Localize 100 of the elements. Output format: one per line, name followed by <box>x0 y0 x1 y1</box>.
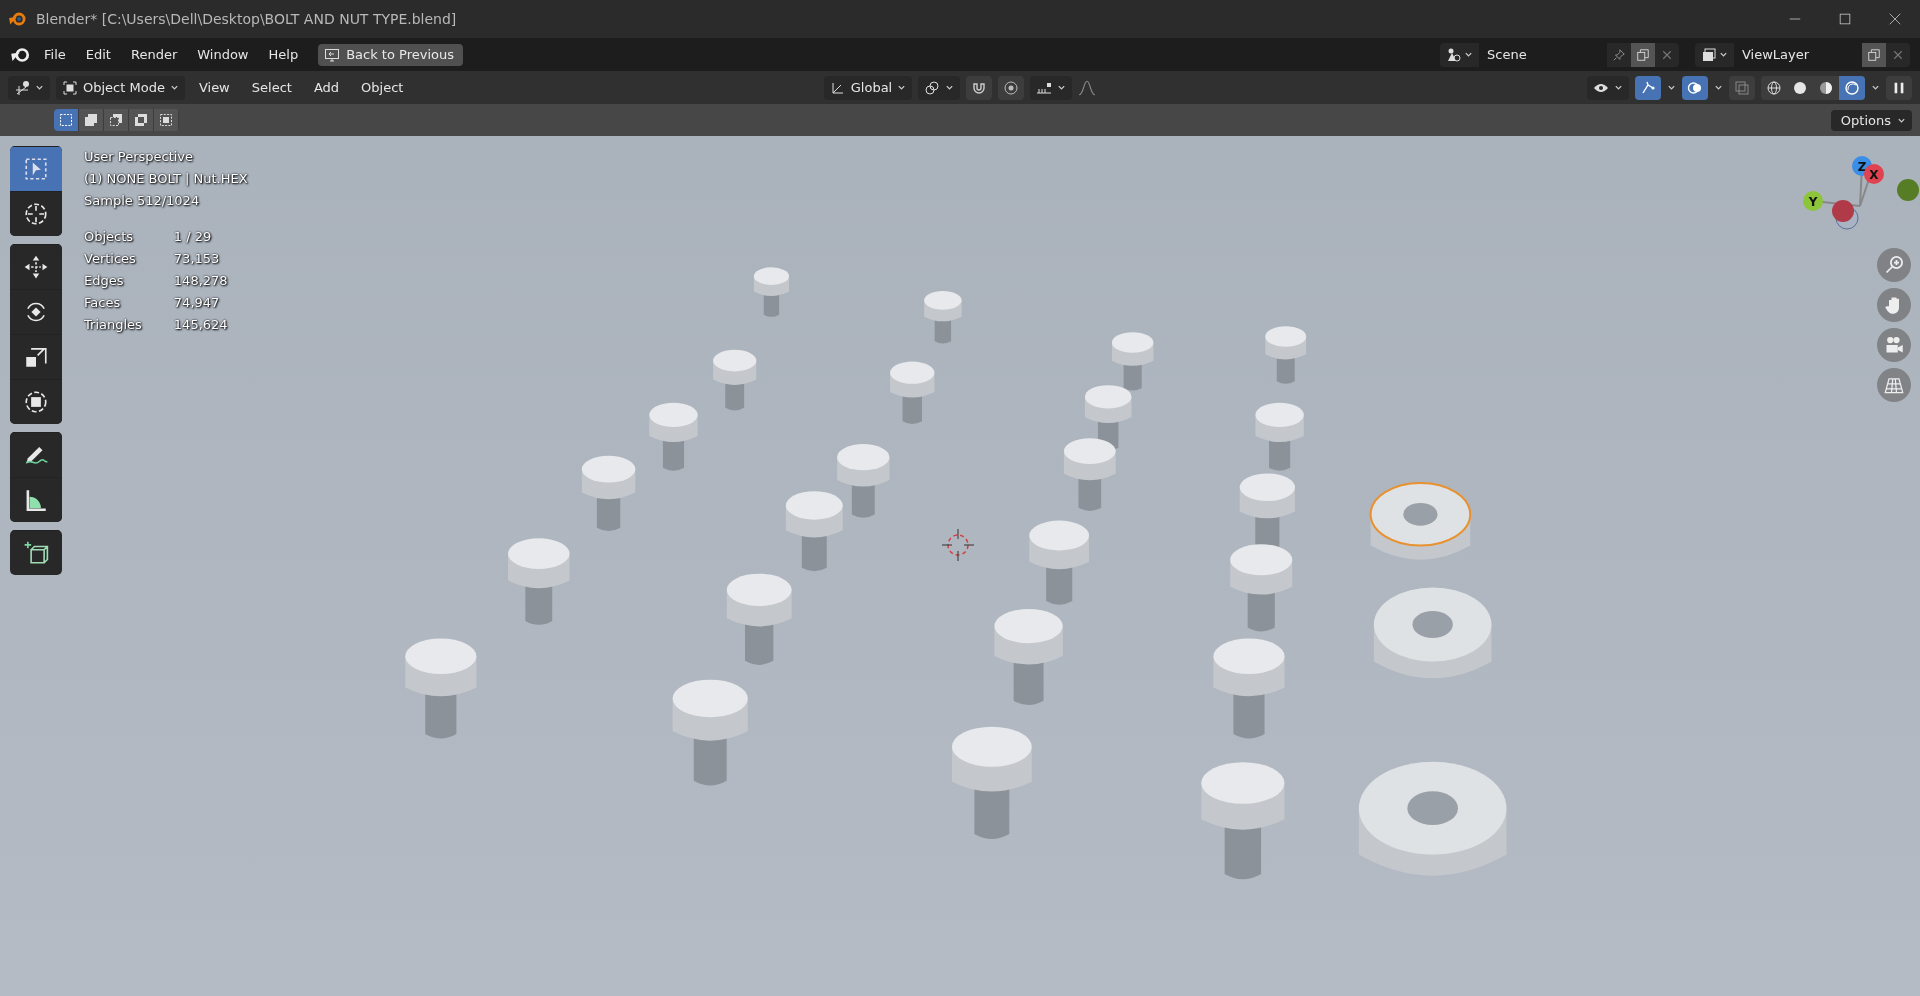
select-mode-button[interactable] <box>79 109 104 131</box>
stat-label: Triangles <box>84 316 143 334</box>
rendered-shading-icon[interactable] <box>1839 75 1865 100</box>
bolt-drawing <box>1111 332 1154 391</box>
select-mode-button[interactable] <box>104 109 129 131</box>
caret-icon[interactable] <box>1614 83 1623 92</box>
pivot-dropdown[interactable] <box>918 75 961 100</box>
select-mode-button[interactable] <box>154 109 179 131</box>
header-menu[interactable]: Add <box>305 77 348 98</box>
tool-button[interactable] <box>10 191 62 236</box>
select-mode-button[interactable] <box>54 109 79 131</box>
menu-item[interactable]: Edit <box>77 43 119 66</box>
monitor-icon[interactable] <box>324 46 341 63</box>
negative-axis-handles-drawing[interactable] <box>1832 200 1859 230</box>
caret-icon[interactable] <box>35 83 44 92</box>
falloff-curve-icon[interactable] <box>1078 78 1097 97</box>
selection-mode-icon[interactable] <box>58 112 74 128</box>
pause-button[interactable] <box>1886 75 1912 100</box>
caret-icon[interactable] <box>945 83 955 92</box>
stat-label: Vertices <box>84 250 137 268</box>
tool-button[interactable] <box>10 477 62 522</box>
transform-icon[interactable] <box>23 389 49 415</box>
proportional-editing-icon[interactable] <box>998 75 1025 100</box>
maximize-icon[interactable] <box>1838 12 1852 26</box>
camera-icon[interactable] <box>1884 335 1904 355</box>
active-object-name: (1) NONE BOLT | Nut.HEX <box>84 170 248 188</box>
selection-mode-icon[interactable] <box>133 112 149 128</box>
magnet-icon[interactable] <box>966 75 993 100</box>
menu-item[interactable]: Render <box>122 43 186 66</box>
close-icon[interactable] <box>1661 48 1673 61</box>
bolt-drawing <box>1255 402 1304 471</box>
overlay-icon[interactable] <box>1682 75 1708 100</box>
close-icon[interactable] <box>1888 12 1902 26</box>
bolt-drawing <box>713 349 757 411</box>
visibility-dropdown[interactable] <box>1587 75 1629 100</box>
header-menu[interactable]: View <box>190 77 238 98</box>
selection-mode-icon[interactable] <box>83 112 99 128</box>
scene-name-field[interactable]: Scene <box>1479 42 1607 67</box>
pin-icon[interactable] <box>1612 47 1626 62</box>
options-dropdown[interactable]: Options <box>1830 109 1912 131</box>
snap-target-dropdown[interactable] <box>1030 75 1073 100</box>
negative-axis-handle[interactable] <box>1897 179 1919 201</box>
selection-mode-icon[interactable] <box>158 112 174 128</box>
editor-type-dropdown[interactable] <box>8 75 50 100</box>
caret-icon[interactable] <box>1057 83 1067 92</box>
mode-dropdown[interactable]: Object Mode <box>56 75 185 100</box>
caret-icon[interactable] <box>1464 50 1473 59</box>
bolt-drawing <box>649 402 698 471</box>
duplicate-icon[interactable] <box>1636 47 1650 62</box>
stat-value: 1 / 29 <box>173 228 213 246</box>
bolt-drawing <box>753 267 790 317</box>
header-menu[interactable]: Select <box>243 77 300 98</box>
selection-mode-icon[interactable] <box>108 112 124 128</box>
caret-icon[interactable] <box>1714 83 1723 92</box>
caret-icon[interactable] <box>169 83 179 92</box>
menu-item[interactable]: File <box>36 43 74 66</box>
object-mode-icon[interactable] <box>62 79 78 96</box>
axes-icon[interactable] <box>14 79 30 96</box>
axis-handle[interactable]: X <box>1864 164 1884 184</box>
view-layer-name-field[interactable]: ViewLayer <box>1734 42 1862 67</box>
stat-label: Objects <box>84 228 135 246</box>
bolt-drawing <box>890 361 935 424</box>
xray-icon[interactable] <box>1729 75 1755 100</box>
stat-value: 148,278 <box>173 272 229 290</box>
grid-icon[interactable] <box>1884 375 1904 395</box>
view-layer-selector[interactable]: ViewLayer <box>1695 42 1910 67</box>
pause-icon[interactable] <box>1892 80 1906 95</box>
window-title: Blender* [C:\Users\Dell\Desktop\BOLT AND NUT TYPE.blend] <box>36 11 458 27</box>
header-menu[interactable]: Object <box>353 77 412 98</box>
caret-icon[interactable] <box>897 83 907 92</box>
scene-icon[interactable] <box>1446 46 1462 63</box>
select-box-icon[interactable] <box>23 156 49 182</box>
scene-selector[interactable]: Scene <box>1440 42 1679 67</box>
menu-item[interactable]: Window <box>189 43 257 66</box>
bolt-drawing <box>1265 326 1307 384</box>
caret-icon[interactable] <box>1719 50 1728 59</box>
orientation-dropdown[interactable]: Global <box>823 75 913 100</box>
stat-label: Faces <box>84 294 122 312</box>
stat-value: 145,624 <box>173 316 229 334</box>
stat-value: 73,153 <box>173 250 221 268</box>
render-sample-count: Sample 512/1024 <box>84 192 201 210</box>
add-cube-icon[interactable] <box>23 540 49 566</box>
view-name: User Perspective <box>84 148 195 166</box>
zoom-icon[interactable] <box>1884 255 1904 275</box>
cursor-icon[interactable] <box>23 201 49 227</box>
caret-icon[interactable] <box>1667 83 1676 92</box>
duplicate-icon[interactable] <box>1867 47 1881 62</box>
pivot-icon[interactable] <box>924 79 941 96</box>
axis-handle[interactable]: Y <box>1803 191 1823 211</box>
image-stack-icon[interactable] <box>1701 46 1717 63</box>
back-to-previous-button[interactable]: Back to Previous <box>318 43 463 66</box>
caret-icon[interactable] <box>1871 83 1880 92</box>
stat-label: Edges <box>84 272 125 290</box>
gizmo-icon[interactable] <box>1635 75 1661 100</box>
close-icon[interactable] <box>1892 48 1904 61</box>
move-icon[interactable] <box>23 254 49 280</box>
tool-button[interactable] <box>10 379 62 424</box>
stat-value: 74,947 <box>173 294 221 312</box>
menu-item[interactable]: Help <box>260 43 307 66</box>
select-mode-button[interactable] <box>129 109 154 131</box>
